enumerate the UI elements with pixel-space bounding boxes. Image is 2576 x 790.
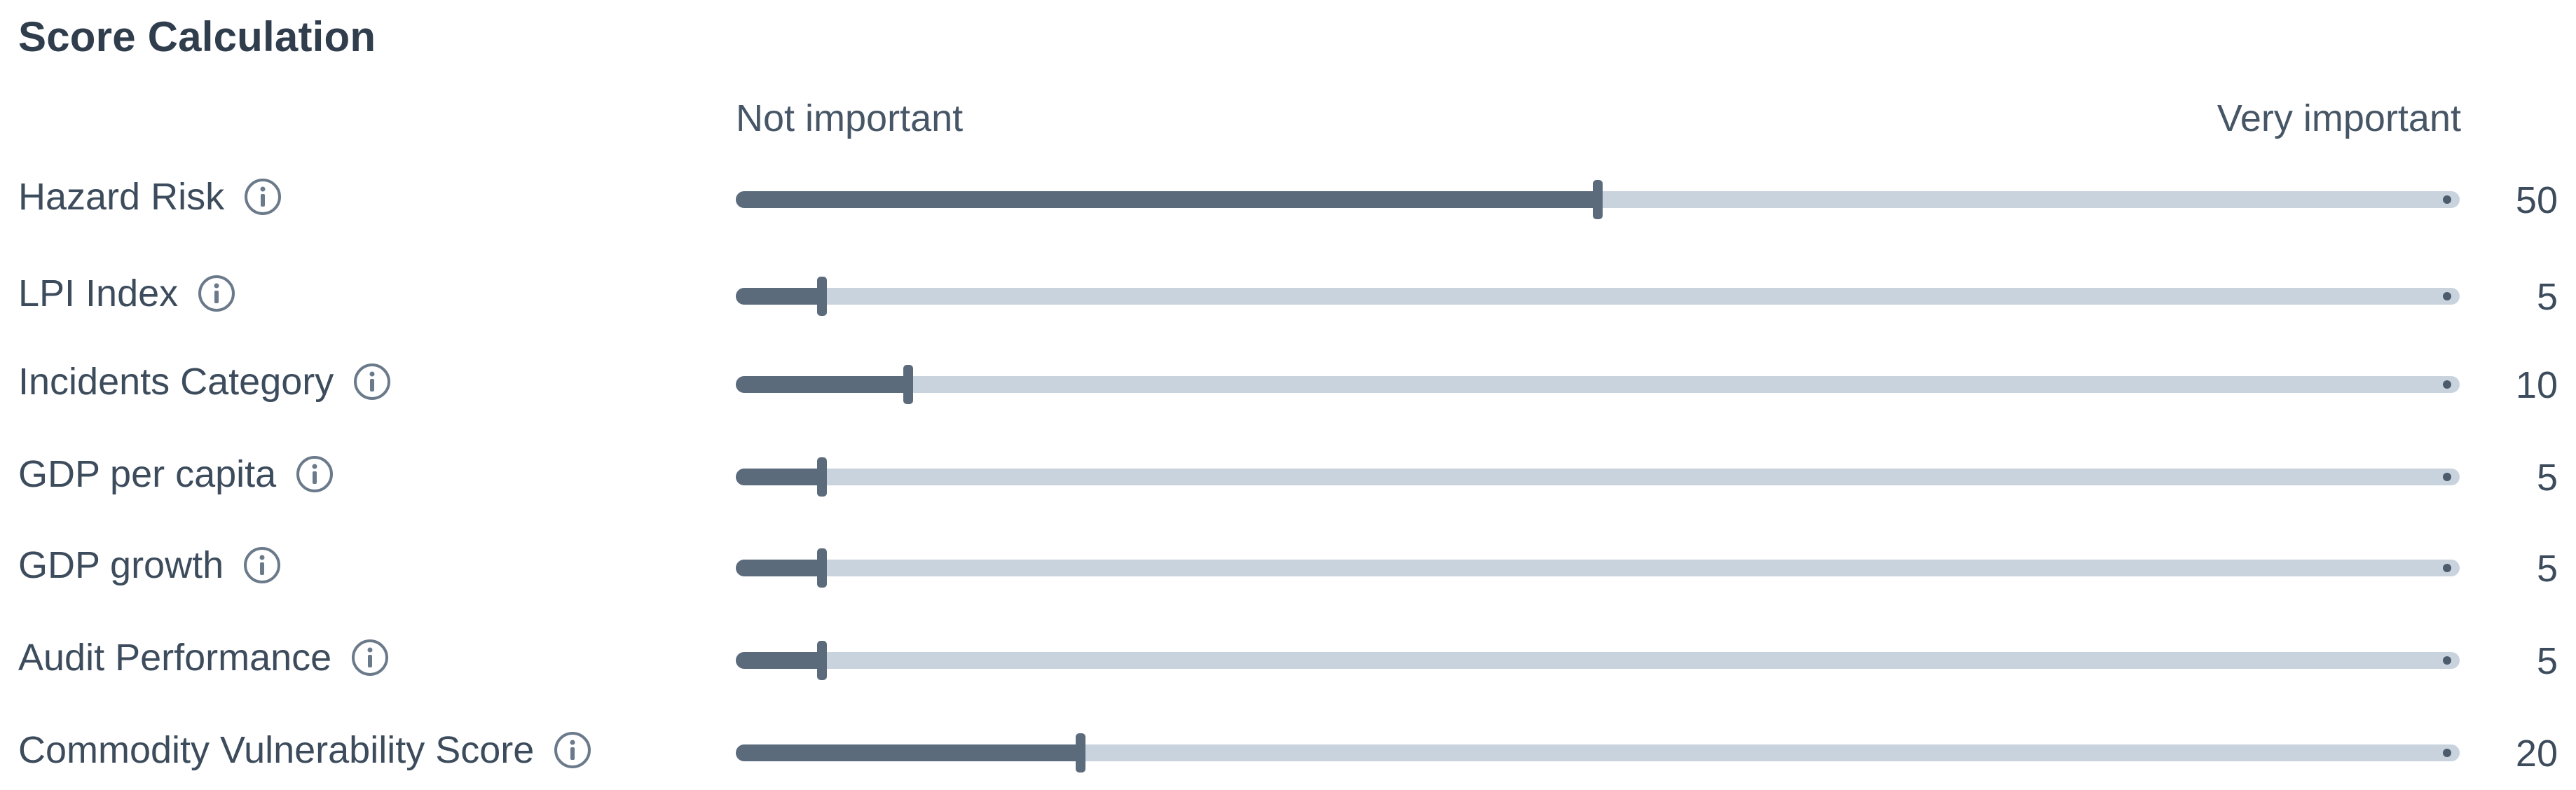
slider-fill xyxy=(736,191,1598,208)
slider-handle[interactable] xyxy=(817,641,827,680)
slider-handle[interactable] xyxy=(1593,180,1603,219)
info-icon[interactable] xyxy=(350,637,390,678)
info-icon[interactable] xyxy=(196,273,237,314)
info-icon[interactable] xyxy=(242,176,283,217)
slider-value: 20 xyxy=(2515,732,2558,775)
slider-end-dot xyxy=(2443,380,2451,389)
slider-value: 5 xyxy=(2536,456,2558,499)
importance-slider[interactable] xyxy=(736,180,2460,219)
slider-end-dot xyxy=(2443,564,2451,572)
slider-row-gdp-per-capita: GDP per capita 5 xyxy=(0,443,2576,506)
slider-handle[interactable] xyxy=(817,277,827,316)
slider-row-commodity-vulnerability-score: Commodity Vulnerability Score 20 xyxy=(0,719,2576,782)
slider-row-lpi-index: LPI Index 5 xyxy=(0,262,2576,325)
info-icon[interactable] xyxy=(352,361,392,402)
importance-slider[interactable] xyxy=(736,277,2460,316)
slider-end-dot xyxy=(2443,749,2451,757)
slider-label: Incidents Category xyxy=(18,361,334,403)
slider-end-dot xyxy=(2443,473,2451,481)
slider-label: Audit Performance xyxy=(18,637,332,679)
slider-end-dot xyxy=(2443,292,2451,300)
slider-fill xyxy=(736,744,1081,761)
slider-row-incidents-category: Incidents Category 10 xyxy=(0,350,2576,413)
slider-fill xyxy=(736,652,822,669)
slider-handle[interactable] xyxy=(903,365,913,404)
slider-label: GDP growth xyxy=(18,544,224,586)
slider-fill xyxy=(736,288,822,305)
slider-value: 10 xyxy=(2515,363,2558,406)
info-icon[interactable] xyxy=(242,545,282,585)
importance-slider[interactable] xyxy=(736,548,2460,588)
slider-fill xyxy=(736,469,822,485)
slider-handle[interactable] xyxy=(1076,733,1085,772)
panel-title: Score Calculation xyxy=(18,13,376,60)
slider-fill xyxy=(736,376,908,393)
importance-slider[interactable] xyxy=(736,457,2460,497)
slider-value: 5 xyxy=(2536,275,2558,318)
slider-row-gdp-growth: GDP growth 5 xyxy=(0,534,2576,597)
scale-min-label: Not important xyxy=(736,97,964,139)
slider-end-dot xyxy=(2443,195,2451,204)
slider-end-dot xyxy=(2443,656,2451,665)
slider-row-hazard-risk: Hazard Risk 50 xyxy=(0,165,2576,228)
slider-label: LPI Index xyxy=(18,272,179,314)
slider-label: Commodity Vulnerability Score xyxy=(18,729,535,771)
slider-value: 50 xyxy=(2515,179,2558,221)
importance-slider[interactable] xyxy=(736,365,2460,404)
slider-label: GDP per capita xyxy=(18,453,277,495)
slider-fill xyxy=(736,560,822,576)
info-icon[interactable] xyxy=(552,730,593,770)
slider-row-audit-performance: Audit Performance 5 xyxy=(0,626,2576,689)
slider-handle[interactable] xyxy=(817,457,827,497)
slider-handle[interactable] xyxy=(817,548,827,588)
info-icon[interactable] xyxy=(294,454,335,494)
scale-max-label: Very important xyxy=(2217,97,2461,139)
slider-label: Hazard Risk xyxy=(18,176,225,218)
slider-value: 5 xyxy=(2536,547,2558,590)
importance-slider[interactable] xyxy=(736,641,2460,680)
importance-slider[interactable] xyxy=(736,733,2460,772)
slider-value: 5 xyxy=(2536,639,2558,682)
